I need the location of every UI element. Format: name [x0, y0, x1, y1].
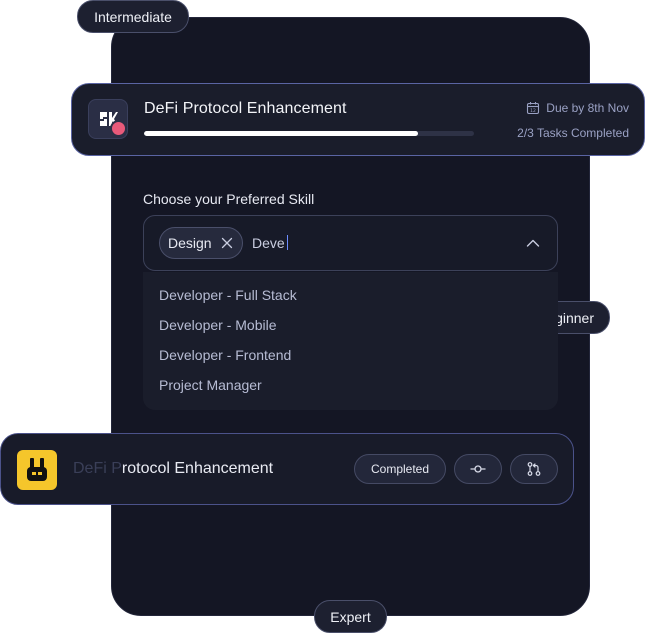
close-icon[interactable] [221, 237, 233, 249]
git-pull-request-icon [527, 462, 541, 476]
due-date: 12 Due by 8th Nov [526, 101, 629, 115]
chevron-up-icon[interactable] [526, 236, 540, 250]
bunny-logo-icon [27, 458, 47, 481]
git-commit-icon [470, 465, 486, 473]
status-button[interactable]: Completed [354, 454, 446, 484]
project-title-faded: DeFi P [73, 460, 122, 477]
project-title-rest: rotocol Enhancement [121, 460, 274, 477]
selected-skill-chip: Design [159, 227, 243, 259]
skill-picker-label: Choose your Preferred Skill [143, 191, 315, 207]
level-pill-label: Intermediate [94, 8, 172, 25]
project-card-top[interactable]: DeFi Protocol Enhancement 12 Due by 8th … [71, 83, 645, 156]
face-badge-icon [110, 120, 127, 137]
skill-search-input[interactable] [252, 233, 492, 253]
level-pill-label: Expert [330, 608, 371, 625]
dropdown-option[interactable]: Developer - Mobile [159, 317, 277, 333]
skill-dropdown: Developer - Full Stack Developer - Mobil… [143, 272, 558, 410]
project-avatar [88, 99, 128, 139]
dropdown-option[interactable]: Developer - Full Stack [159, 287, 297, 303]
due-text: Due by 8th Nov [546, 101, 629, 115]
calendar-icon: 12 [527, 102, 540, 115]
text-caret [287, 235, 288, 250]
project-avatar [17, 450, 57, 490]
commit-button[interactable] [454, 454, 502, 484]
project-title: DeFi Protocol Enhancement [73, 460, 273, 478]
tasks-completed-text: 2/3 Tasks Completed [517, 126, 629, 140]
svg-text:12: 12 [530, 108, 536, 114]
project-card-bottom[interactable]: DeFi Protocol Enhancement Completed [0, 433, 574, 505]
status-label: Completed [370, 462, 430, 476]
progress-bar [144, 131, 474, 136]
pull-request-button[interactable] [510, 454, 558, 484]
dropdown-option[interactable]: Project Manager [159, 377, 262, 393]
project-title: DeFi Protocol Enhancement [144, 100, 347, 117]
progress-fill [144, 131, 418, 136]
level-pill-intermediate[interactable]: Intermediate [77, 0, 189, 33]
chip-label: Design [168, 235, 212, 251]
level-pill-expert[interactable]: Expert [314, 600, 387, 633]
skill-picker[interactable]: Design [143, 215, 558, 271]
canvas: Intermediate Beginner Expert DeFi Protoc… [0, 0, 645, 633]
dropdown-option[interactable]: Developer - Frontend [159, 347, 291, 363]
